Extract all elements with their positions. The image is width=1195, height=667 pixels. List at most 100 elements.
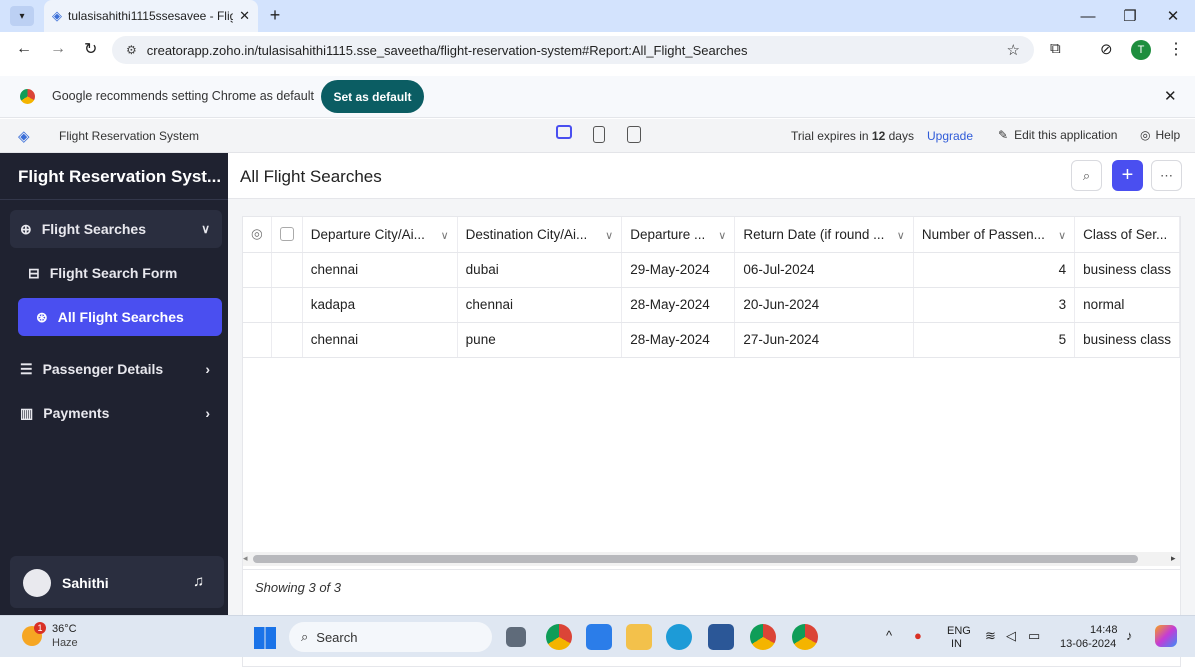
notification-bell-icon[interactable]: ♪ bbox=[1126, 628, 1133, 643]
table-cell: 3 bbox=[913, 287, 1076, 323]
close-infobar-icon[interactable]: ✕ bbox=[1164, 87, 1177, 105]
edit-application-link[interactable]: ✎ Edit this application bbox=[998, 128, 1117, 142]
sidebar-item-all-flight-searches[interactable]: ⊛ All Flight Searches bbox=[18, 298, 222, 336]
language-bottom[interactable]: IN bbox=[951, 638, 962, 650]
weather-temp: 36°C bbox=[52, 623, 77, 635]
word-icon[interactable] bbox=[708, 624, 734, 650]
file-explorer-icon[interactable] bbox=[626, 624, 652, 650]
copilot-icon[interactable] bbox=[1155, 625, 1177, 647]
restore-button[interactable]: ❐ bbox=[1115, 4, 1145, 28]
taskbar-search[interactable]: ⌕ Search bbox=[289, 622, 492, 652]
table-cell: normal bbox=[1074, 287, 1180, 323]
help-link[interactable]: ◎ Help bbox=[1140, 128, 1180, 142]
chevron-down-icon[interactable]: ∨ bbox=[718, 229, 726, 242]
select-all-checkbox-cell[interactable] bbox=[271, 217, 303, 253]
chevron-down-icon[interactable]: ∨ bbox=[605, 229, 613, 242]
help-label: Help bbox=[1155, 128, 1181, 142]
column-header[interactable]: Departure ... ∨ bbox=[621, 217, 736, 253]
desktop-view-icon[interactable] bbox=[556, 125, 572, 139]
sidebar-divider bbox=[0, 199, 228, 200]
table-row[interactable]: kadapa chennai 28-May-2024 20-Jun-2024 3… bbox=[243, 287, 1180, 323]
chrome-menu-icon[interactable]: ⋮ bbox=[1168, 39, 1184, 59]
extensions-icon[interactable]: ⧉ bbox=[1050, 40, 1061, 57]
view-column-header[interactable]: ◎ bbox=[243, 217, 272, 253]
table-row[interactable]: chennai dubai 29-May-2024 06-Jul-2024 4 … bbox=[243, 252, 1180, 288]
minimize-button[interactable]: — bbox=[1073, 4, 1103, 28]
chrome-taskbar-icon[interactable] bbox=[546, 624, 572, 650]
scroll-left-icon[interactable]: ◂ bbox=[243, 553, 248, 564]
table-cell: chennai bbox=[457, 287, 623, 323]
chevron-down-icon[interactable]: ∨ bbox=[1058, 229, 1066, 242]
chevron-down-icon[interactable]: ∨ bbox=[441, 229, 449, 242]
select-all-checkbox[interactable] bbox=[279, 227, 294, 242]
bell-icon[interactable]: ♫ bbox=[193, 573, 204, 590]
column-header-label: Departure City/Ai... bbox=[310, 226, 425, 242]
horizontal-scrollbar[interactable]: ◂ ▸ bbox=[243, 552, 1180, 566]
scroll-right-icon[interactable]: ▸ bbox=[1171, 553, 1176, 564]
upgrade-link[interactable]: Upgrade bbox=[927, 129, 973, 143]
network-alert-icon[interactable]: ● bbox=[914, 628, 922, 643]
forward-icon[interactable]: → bbox=[50, 40, 66, 58]
language-top[interactable]: ENG bbox=[947, 625, 971, 637]
profile-avatar[interactable]: T bbox=[1131, 40, 1151, 60]
new-tab-button[interactable]: + bbox=[264, 4, 286, 26]
column-header-label: Departure ... bbox=[630, 226, 706, 242]
edge-icon[interactable] bbox=[666, 624, 692, 650]
column-header[interactable]: Return Date (if round ... ∨ bbox=[734, 217, 914, 253]
column-header[interactable]: Departure City/Ai... ∨ bbox=[302, 217, 458, 253]
extension-icon[interactable]: ⊘ bbox=[1100, 40, 1113, 58]
close-window-button[interactable]: ✕ bbox=[1158, 4, 1188, 28]
sidebar-item-payments[interactable]: ▥ Payments › bbox=[10, 394, 222, 432]
battery-icon[interactable]: ▭ bbox=[1028, 628, 1040, 644]
clock-time[interactable]: 14:48 bbox=[1090, 624, 1118, 636]
sidebar-title: Flight Reservation Syst... bbox=[18, 167, 222, 186]
site-settings-icon[interactable]: ⚙ bbox=[126, 43, 137, 57]
plus-icon: + bbox=[1121, 164, 1134, 186]
chrome-active-icon[interactable] bbox=[792, 624, 818, 650]
search-button[interactable]: ⌕ bbox=[1071, 160, 1102, 191]
sidebar-item-flight-search-form[interactable]: ⊟ Flight Search Form bbox=[10, 254, 222, 292]
back-icon[interactable]: ← bbox=[16, 40, 32, 58]
row-checkbox-cell[interactable] bbox=[271, 322, 303, 358]
store-icon[interactable] bbox=[586, 624, 612, 650]
set-as-default-button[interactable]: Set as default bbox=[321, 80, 424, 113]
row-checkbox-cell[interactable] bbox=[271, 252, 303, 288]
zoho-logo-icon[interactable]: ◈ bbox=[18, 127, 30, 145]
url-bar[interactable]: ⚙ creatorapp.zoho.in/tulasisahithi1115.s… bbox=[112, 36, 1034, 64]
table-row[interactable]: chennai pune 28-May-2024 27-Jun-2024 5 b… bbox=[243, 322, 1180, 358]
chevron-down-icon[interactable]: ∨ bbox=[897, 229, 905, 242]
column-header[interactable]: Destination City/Ai... ∨ bbox=[457, 217, 623, 253]
column-header-label: Return Date (if round ... bbox=[743, 226, 885, 242]
more-options-button[interactable]: ⋯ bbox=[1151, 160, 1182, 191]
wifi-icon[interactable]: ≋ bbox=[985, 628, 996, 644]
volume-icon[interactable]: ◁ bbox=[1006, 628, 1016, 644]
mobile-view-icon[interactable] bbox=[627, 126, 641, 143]
scrollbar-thumb[interactable] bbox=[253, 555, 1138, 563]
tab-search-button[interactable]: ▾ bbox=[10, 6, 34, 26]
tablet-view-icon[interactable] bbox=[593, 126, 605, 143]
form-icon: ⊟ bbox=[28, 264, 40, 281]
add-record-button[interactable]: + bbox=[1112, 160, 1143, 191]
report-header: All Flight Searches ⌕ + ⋯ bbox=[228, 153, 1195, 199]
row-gutter bbox=[243, 287, 272, 323]
column-header[interactable]: Class of Ser... bbox=[1074, 217, 1180, 253]
windows-start-icon[interactable] bbox=[254, 627, 276, 649]
task-view-icon[interactable] bbox=[506, 627, 526, 647]
bookmark-star-icon[interactable]: ☆ bbox=[1007, 41, 1020, 59]
user-panel[interactable]: Sahithi ♫ bbox=[10, 556, 224, 608]
column-header[interactable]: Number of Passen... ∨ bbox=[913, 217, 1076, 253]
chrome-profile-icon[interactable] bbox=[750, 624, 776, 650]
zoho-app-bar: ◈ Flight Reservation System Trial expire… bbox=[0, 119, 1195, 153]
chevron-up-icon[interactable]: ^ bbox=[886, 628, 892, 643]
weather-widget[interactable]: 1 36°C Haze bbox=[8, 620, 98, 654]
row-checkbox-cell[interactable] bbox=[271, 287, 303, 323]
browser-tab[interactable]: ◈ tulasisahithi1115ssesavee - Fligh ✕ bbox=[44, 0, 258, 32]
sidebar-item-passenger-details[interactable]: ☰ Passenger Details › bbox=[10, 350, 222, 388]
edit-application-label: Edit this application bbox=[1014, 128, 1118, 142]
sidebar-item-flight-searches[interactable]: ⊕ Flight Searches ∨ bbox=[10, 210, 222, 248]
close-tab-icon[interactable]: ✕ bbox=[239, 8, 250, 24]
weather-badge: 1 bbox=[34, 622, 46, 634]
reload-icon[interactable]: ↻ bbox=[84, 39, 97, 59]
clock-date[interactable]: 13-06-2024 bbox=[1060, 638, 1116, 650]
chevron-right-icon: › bbox=[205, 405, 210, 421]
